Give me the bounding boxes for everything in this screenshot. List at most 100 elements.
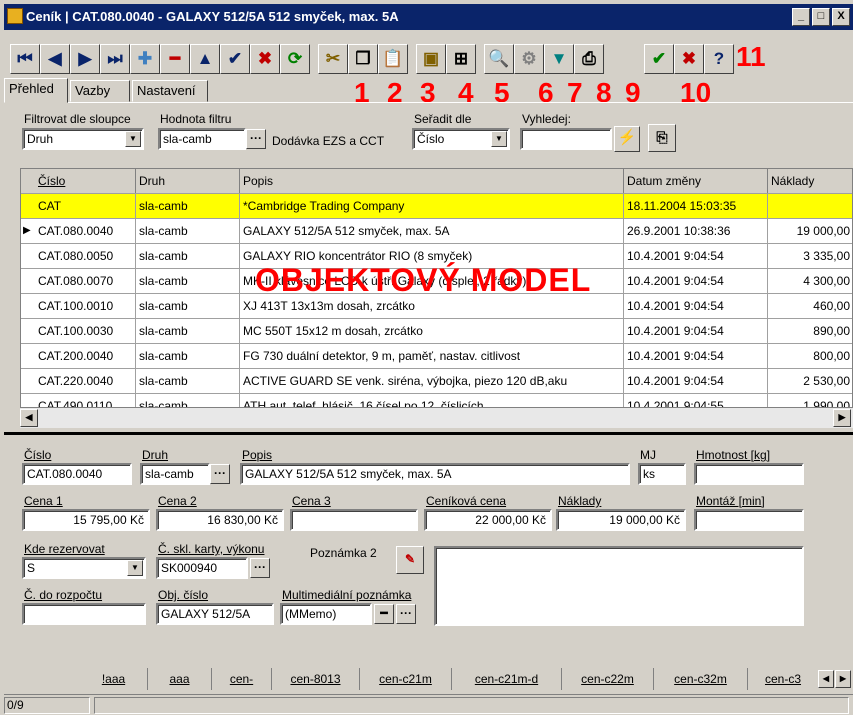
gear-icon[interactable]: ⚙	[514, 44, 544, 74]
bottom-tab[interactable]: cen-	[212, 668, 272, 690]
table-row[interactable]: CAT.490.0110 sla-camb ATH aut. telef. hlás…	[21, 394, 852, 407]
tab-vazby[interactable]: Vazby	[70, 80, 130, 102]
chevron-down-icon[interactable]: ▼	[491, 131, 507, 147]
header-datum[interactable]: Datum změny	[624, 169, 768, 193]
search-icon[interactable]: 🔍	[484, 44, 514, 74]
tab-prehled[interactable]: Přehled	[4, 78, 68, 103]
bottom-tab[interactable]: cen-c21m	[360, 668, 452, 690]
next-record-icon[interactable]: ▶	[70, 44, 100, 74]
help-icon[interactable]: ?	[704, 44, 734, 74]
cena3-label: Cena 3	[292, 494, 331, 508]
filter-value-browse-button[interactable]: ···	[246, 129, 266, 149]
cenikova-field[interactable]: 22 000,00 Kč	[424, 509, 552, 531]
ok-icon[interactable]: ✔	[644, 44, 674, 74]
cut-icon[interactable]: ✂	[318, 44, 348, 74]
kde-value: S	[27, 561, 36, 575]
table-cell: 460,00	[768, 294, 852, 318]
edit-record-icon[interactable]: ▲	[190, 44, 220, 74]
kde-select[interactable]: S ▼	[22, 557, 146, 579]
search-input[interactable]	[520, 128, 612, 150]
tabs-scroll-left-icon[interactable]: ◀	[818, 670, 834, 688]
cena2-label: Cena 2	[158, 494, 197, 508]
scroll-right-icon[interactable]: ▶	[833, 409, 851, 427]
prev-record-icon[interactable]: ◀	[40, 44, 70, 74]
cislo-field[interactable]: CAT.080.0040	[22, 463, 132, 485]
naklady-field[interactable]: 19 000,00 Kč	[556, 509, 686, 531]
table-row[interactable]: CAT.080.0040 sla-camb GALAXY 512/5A 512 sm…	[21, 219, 852, 244]
table-row[interactable]: CAT.080.0070 sla-camb MK-II klávesnice LCD…	[21, 269, 852, 294]
table-row[interactable]: CAT.220.0040 sla-camb ACTIVE GUARD SE venk…	[21, 369, 852, 394]
last-record-icon[interactable]: ⏭	[100, 44, 130, 74]
book-icon[interactable]: ▣	[416, 44, 446, 74]
obj-field[interactable]: GALAXY 512/5A	[156, 603, 274, 625]
poznamka-textarea[interactable]	[434, 546, 804, 626]
splitter[interactable]	[4, 432, 853, 435]
close-form-icon[interactable]: ✖	[674, 44, 704, 74]
bottom-tab[interactable]: cen-c22m	[562, 668, 654, 690]
bottom-tab[interactable]: cen-c3	[748, 668, 818, 690]
scroll-left-icon[interactable]: ◀	[20, 409, 38, 427]
filter-icon[interactable]: ▼	[544, 44, 574, 74]
skl-browse-button[interactable]: ···	[250, 558, 270, 578]
table-row[interactable]: CAT sla-camb *Cambridge Trading Company 18.…	[21, 194, 852, 219]
tab-nastaveni[interactable]: Nastavení	[132, 80, 208, 102]
mm-field[interactable]: (MMemo)	[280, 603, 372, 625]
bottom-tab[interactable]: !aaa	[80, 668, 148, 690]
montaz-field[interactable]	[694, 509, 804, 531]
hmotnost-field[interactable]	[694, 463, 804, 485]
cena2-field[interactable]: 16 830,00 Kč	[156, 509, 284, 531]
cena3-field[interactable]	[290, 509, 418, 531]
bottom-tab[interactable]: aaa	[148, 668, 212, 690]
first-record-icon[interactable]: ⏮	[10, 44, 40, 74]
table-cell: sla-camb	[136, 369, 240, 393]
add-record-icon[interactable]: ✚	[130, 44, 160, 74]
confirm-icon[interactable]: ✔	[220, 44, 250, 74]
popis-field[interactable]: GALAXY 512/5A 512 smyček, max. 5A	[240, 463, 630, 485]
search-go-button[interactable]: ⚡	[614, 126, 640, 152]
chevron-down-icon[interactable]: ▼	[127, 560, 143, 576]
filter-column-select[interactable]: Druh ▼	[22, 128, 144, 150]
mm-browse-button[interactable]: ···	[396, 604, 416, 624]
refresh-icon[interactable]: ⟳	[280, 44, 310, 74]
annotation-3: 3	[420, 77, 436, 108]
table-row[interactable]: CAT.100.0010 sla-camb XJ 413T 13x13m dosah…	[21, 294, 852, 319]
druh-browse-button[interactable]: ···	[210, 464, 230, 484]
header-cislo[interactable]: Číslo	[35, 169, 136, 193]
header-naklady[interactable]: Náklady	[768, 169, 852, 193]
maximize-button[interactable]: □	[812, 8, 830, 26]
table-row[interactable]: CAT.100.0030 sla-camb MC 550T 15x12 m dosa…	[21, 319, 852, 344]
bottom-tab[interactable]: cen-c32m	[654, 668, 748, 690]
table-cell: CAT.220.0040	[35, 369, 136, 393]
close-button[interactable]: X	[832, 8, 850, 26]
filter-value-description: Dodávka EZS a CCT	[272, 134, 385, 148]
cena1-field[interactable]: 15 795,00 Kč	[22, 509, 150, 531]
print-icon[interactable]: ⎙	[574, 44, 604, 74]
tree-icon[interactable]: ⊞	[446, 44, 476, 74]
bottom-tab[interactable]: cen-c21m-d	[452, 668, 562, 690]
poznamka-edit-icon[interactable]: ✎	[396, 546, 424, 574]
rozpocet-field[interactable]	[22, 603, 146, 625]
mm-clear-button[interactable]: ━	[374, 604, 394, 624]
table-row[interactable]: CAT.080.0050 sla-camb GALAXY RIO koncentrá…	[21, 244, 852, 269]
search-options-button[interactable]: ⎘	[648, 124, 676, 152]
filter-value-input[interactable]: sla-camb	[158, 128, 246, 150]
delete-record-icon[interactable]: ━	[160, 44, 190, 74]
skl-field[interactable]: SK000940	[156, 557, 248, 579]
druh-field[interactable]: sla-camb	[140, 463, 210, 485]
bottom-tab[interactable]: cen-8013	[272, 668, 360, 690]
table-row[interactable]: CAT.200.0040 sla-camb FG 730 duální detekt…	[21, 344, 852, 369]
mj-field[interactable]: ks	[638, 463, 686, 485]
header-popis[interactable]: Popis	[240, 169, 624, 193]
app-icon	[7, 8, 23, 24]
header-druh[interactable]: Druh	[136, 169, 240, 193]
chevron-down-icon[interactable]: ▼	[125, 131, 141, 147]
table-cell: 26.9.2001 10:38:36	[624, 219, 768, 243]
horizontal-scrollbar[interactable]: ◀ ▶	[20, 408, 853, 428]
cancel-icon[interactable]: ✖	[250, 44, 280, 74]
paste-icon[interactable]: 📋	[378, 44, 408, 74]
copy-icon[interactable]: ❐	[348, 44, 378, 74]
minimize-button[interactable]: _	[792, 8, 810, 26]
sort-select[interactable]: Číslo ▼	[412, 128, 510, 150]
table-cell	[768, 194, 852, 218]
tabs-scroll-right-icon[interactable]: ▶	[835, 670, 851, 688]
